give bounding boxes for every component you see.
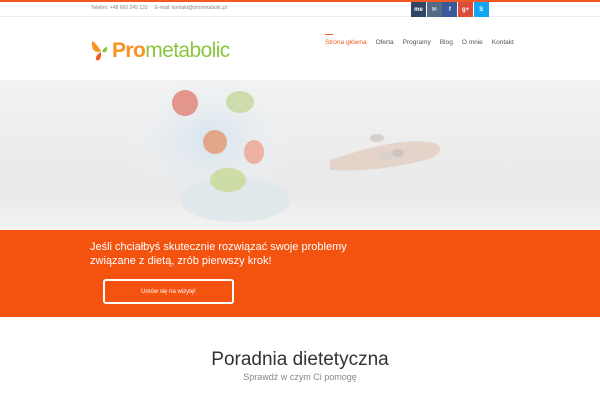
nav-item-programy[interactable]: Programy	[403, 39, 431, 46]
nav-item-home[interactable]: Strona główna	[325, 34, 367, 46]
contact-info: Telefon: +48 660 245 133 E-mail: kontakt…	[91, 5, 233, 11]
email-icon[interactable]: ✉	[426, 2, 442, 17]
top-bar: Telefon: +48 660 245 133 E-mail: kontakt…	[0, 2, 600, 17]
cta-text: Jeśli chciałbyś skutecznie rozwiązać swo…	[90, 241, 347, 267]
nav-item-kontakt[interactable]: Kontakt	[492, 39, 514, 46]
butterfly-logo-icon	[91, 41, 108, 61]
main-nav: Strona główna Oferta Programy Blog O mni…	[325, 34, 523, 46]
logo-text-pro: Pro	[112, 38, 146, 62]
section-subtitle: Sprawdź w czym Ci pomogę	[243, 372, 357, 382]
logo-text-rest: metabolic	[145, 38, 230, 62]
nav-item-o-mnie[interactable]: O mnie	[462, 39, 483, 46]
pill-3	[370, 134, 384, 142]
section-title: Poradnia dietetyczna	[211, 349, 389, 370]
site-logo[interactable]: Prometabolic	[90, 35, 230, 65]
apple-fruit	[172, 90, 198, 116]
hero-background	[0, 80, 600, 230]
pill-1	[380, 152, 392, 160]
email-text[interactable]: E-mail: kontakt@prometabolic.pl	[155, 5, 227, 11]
site-header: Prometabolic Strona główna Oferta Progra…	[0, 18, 600, 80]
phone-text: Telefon: +48 660 245 133	[91, 5, 148, 11]
social-icons: me ✉ f g+ S	[411, 2, 489, 17]
orange-fruit	[203, 130, 227, 154]
logo-text: Prometabolic	[112, 40, 230, 61]
google-plus-icon[interactable]: g+	[458, 2, 474, 17]
peach-fruit	[244, 140, 264, 164]
nav-item-blog[interactable]: Blog	[440, 39, 453, 46]
kiwi-fruit	[226, 91, 254, 113]
hero-banner	[0, 80, 600, 230]
lime-fruit	[210, 168, 246, 192]
facebook-icon[interactable]: f	[442, 2, 458, 17]
pill-2	[392, 149, 404, 157]
nav-item-oferta[interactable]: Oferta	[376, 39, 394, 46]
cta-banner: Jeśli chciałbyś skutecznie rozwiązać swo…	[0, 230, 600, 317]
book-visit-button[interactable]: Umów się na wizytę!	[103, 279, 234, 304]
intro-section: Poradnia dietetyczna Sprawdź w czym Ci p…	[0, 317, 600, 400]
skype-icon[interactable]: S	[473, 2, 489, 17]
me-icon[interactable]: me	[411, 2, 426, 17]
hero-image	[0, 80, 600, 230]
